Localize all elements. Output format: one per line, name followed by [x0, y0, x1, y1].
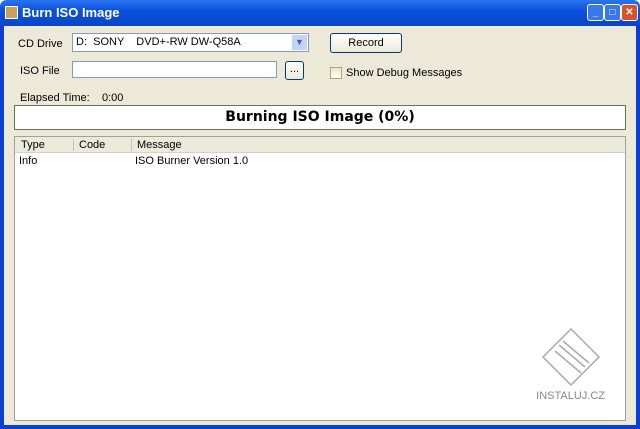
iso-file-label: ISO File [20, 65, 60, 77]
log-message: ISO Burner Version 1.0 [135, 155, 249, 167]
log-type: Info [19, 155, 38, 167]
show-debug-label[interactable]: Show Debug Messages [346, 67, 462, 79]
close-button[interactable]: ✕ [621, 4, 638, 21]
window: Burn ISO Image _ □ ✕ CD Drive D: SONY DV… [0, 0, 640, 429]
watermark-text: INSTALUJ.CZ [536, 390, 605, 402]
elapsed-time-value: 0:00 [102, 92, 124, 104]
cd-drive-label: CD Drive [18, 38, 63, 50]
title-bar[interactable]: Burn ISO Image _ □ ✕ [0, 0, 640, 26]
client-area: CD Drive D: SONY DVD+-RW DW-Q58A ▼ Record… [4, 26, 636, 425]
app-icon [5, 6, 18, 19]
maximize-button[interactable]: □ [604, 4, 621, 21]
chevron-down-icon[interactable]: ▼ [292, 35, 307, 50]
show-debug-checkbox[interactable] [330, 67, 342, 79]
cd-drive-value: D: SONY DVD+-RW DW-Q58A [76, 36, 241, 48]
iso-file-input[interactable] [72, 61, 277, 78]
column-message[interactable]: Message [137, 139, 182, 151]
minimize-button[interactable]: _ [587, 4, 604, 21]
log-row[interactable]: Info ISO Burner Version 1.0 [15, 153, 625, 167]
cd-drive-select[interactable]: D: SONY DVD+-RW DW-Q58A ▼ [72, 33, 309, 52]
column-code[interactable]: Code [79, 139, 105, 151]
watermark: INSTALUJ.CZ [536, 327, 605, 402]
window-title: Burn ISO Image [22, 5, 120, 20]
log-list[interactable]: Type Code Message Info ISO Burner Versio… [14, 136, 626, 421]
progress-banner: Burning ISO Image (0%) [14, 105, 626, 130]
elapsed-time-label: Elapsed Time: [20, 92, 90, 104]
log-header: Type Code Message [15, 137, 625, 153]
browse-button[interactable]: ... [285, 61, 304, 80]
column-type[interactable]: Type [21, 139, 45, 151]
watermark-logo-icon [541, 327, 600, 387]
record-button[interactable]: Record [330, 33, 402, 53]
